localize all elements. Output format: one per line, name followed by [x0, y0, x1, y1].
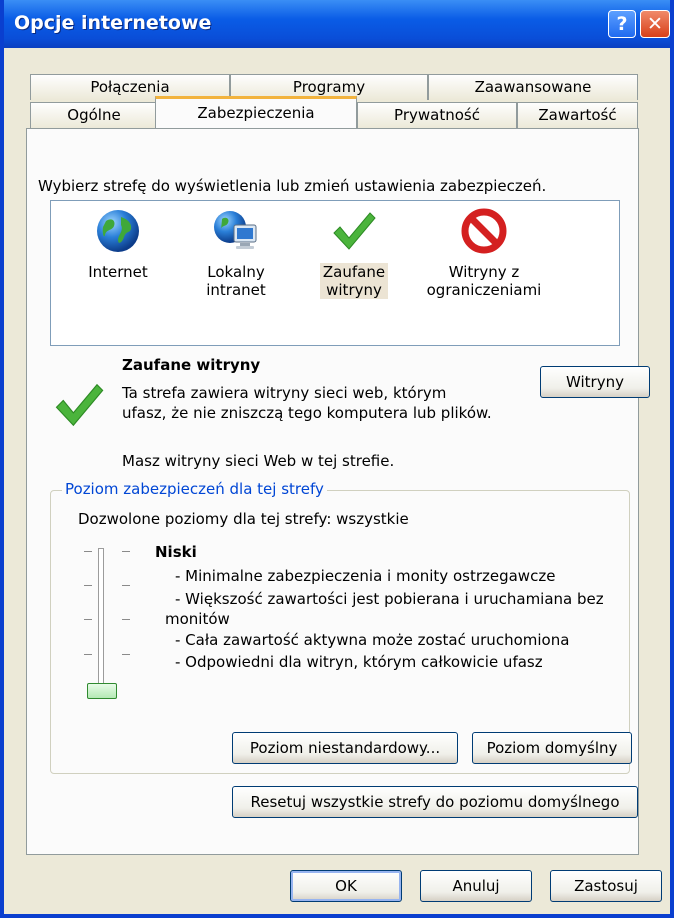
security-level-line: monitów [165, 610, 230, 628]
zone-instruction: Wybierz strefę do wyświetlenia lub zmień… [38, 177, 547, 195]
security-level-line: - Większość zawartości jest pobierana i … [175, 590, 604, 608]
tab-ogolne[interactable]: Ogólne [30, 102, 158, 128]
tab-zaawansowane[interactable]: Zaawansowane [428, 74, 638, 100]
title-bar[interactable]: Opcje internetowe ? ✕ [4, 0, 670, 48]
tab-prywatnosc[interactable]: Prywatność [357, 102, 517, 128]
tab-zawartosc[interactable]: Zawartość [517, 102, 638, 128]
zone-restricted-sites-label: Witryny z [448, 263, 520, 281]
security-level-line: - Minimalne zabezpieczenia i monity ostr… [175, 567, 556, 585]
security-level-line: - Odpowiedni dla witryn, którym całkowic… [175, 653, 543, 671]
zone-internet-label: Internet [88, 263, 148, 281]
window-title: Opcje internetowe [14, 12, 212, 34]
sites-note: Masz witryny sieci Web w tej strefie. [122, 452, 395, 470]
ok-button[interactable]: OK [290, 870, 402, 902]
security-level-name: Niski [155, 543, 197, 561]
custom-level-button[interactable]: Poziom niestandardowy... [232, 732, 458, 764]
checkmark-icon [330, 207, 378, 255]
cancel-button[interactable]: Anuluj [420, 870, 532, 902]
security-level-slider-thumb[interactable] [87, 683, 117, 699]
prohibited-icon [460, 207, 508, 255]
zone-restricted-sites[interactable]: Witryny z ograniczeniami [419, 207, 549, 299]
default-level-button[interactable]: Poziom domyślny [472, 732, 632, 764]
sites-button[interactable]: Witryny [540, 366, 650, 398]
intranet-icon [212, 207, 260, 255]
zone-local-intranet[interactable]: Lokalny intranet [191, 207, 281, 299]
allowed-levels-label: Dozwolone poziomy dla tej strefy: wszyst… [78, 510, 409, 528]
zone-internet[interactable]: Internet [73, 207, 163, 281]
zone-trusted-sites-label: Zaufane witryny [319, 263, 389, 299]
apply-button[interactable]: Zastosuj [550, 870, 662, 902]
zone-trusted-sites[interactable]: Zaufane witryny [309, 207, 399, 299]
selected-zone-checkmark-icon [52, 378, 106, 432]
help-button[interactable]: ? [608, 10, 636, 38]
security-level-slider-track [98, 548, 104, 693]
globe-icon [94, 207, 142, 255]
security-level-line: - Cała zawartość aktywna może zostać uru… [175, 631, 570, 649]
selected-zone-title: Zaufane witryny [122, 356, 261, 374]
selected-zone-description-line2: ufasz, że nie zniszczą tego komputera lu… [122, 404, 492, 422]
security-level-group-title: Poziom zabezpieczeń dla tej strefy [62, 480, 327, 498]
zone-list[interactable]: Internet Lokalny intranet Zaufane witryn… [50, 200, 620, 346]
selected-zone-description-line1: Ta strefa zawiera witryny sieci web, któ… [122, 384, 447, 402]
reset-all-zones-button[interactable]: Resetuj wszystkie strefy do poziomu domy… [232, 786, 638, 818]
zone-local-intranet-label: Lokalny [207, 263, 265, 281]
tab-zabezpieczenia[interactable]: Zabezpieczenia [155, 96, 357, 128]
close-button[interactable]: ✕ [640, 10, 670, 38]
